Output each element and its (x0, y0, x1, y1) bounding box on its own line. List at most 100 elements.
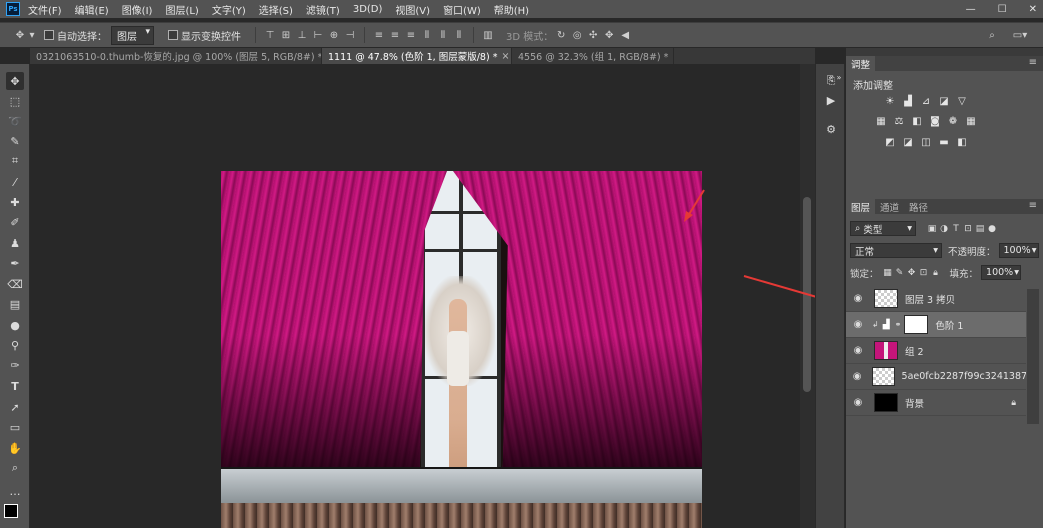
align-vcenter-icon[interactable]: ⊞ (278, 28, 294, 42)
filter-adjustment-icon[interactable]: ◑ (938, 224, 950, 234)
show-transform-checkbox[interactable] (168, 30, 178, 40)
opacity-input[interactable]: 100% ▾ (998, 243, 1039, 258)
more-tools-icon[interactable]: … (6, 482, 24, 500)
filter-pixel-icon[interactable]: ▣ (926, 224, 938, 234)
brightness-icon[interactable]: ☀ (884, 95, 896, 107)
scrollbar-thumb[interactable] (803, 197, 811, 392)
distribute-left-icon[interactable]: ⦀ (419, 28, 435, 42)
color-balance-icon[interactable]: ⚖ (893, 115, 905, 127)
chevron-down-icon[interactable]: ▾ (28, 28, 36, 42)
selective-color-icon[interactable]: ◧ (956, 136, 968, 148)
threshold-icon[interactable]: ◫ (920, 136, 932, 148)
brush-tool-icon[interactable]: ✐ (6, 213, 24, 231)
layer-row[interactable]: ◉ ↲ ▟ ⚭ 色阶 1 (846, 312, 1026, 338)
tab-channels[interactable]: 通道 (875, 199, 904, 214)
hue-saturation-icon[interactable]: ▦ (875, 115, 887, 127)
filter-type-icon[interactable]: T (950, 224, 962, 234)
auto-select-checkbox[interactable] (44, 30, 54, 40)
layer-mask-thumbnail[interactable] (904, 315, 929, 334)
move-tool-icon[interactable]: ✥ (6, 72, 24, 90)
eraser-tool-icon[interactable]: ⌫ (6, 275, 24, 293)
tab-paths[interactable]: 路径 (904, 199, 933, 214)
menu-filter[interactable]: 滤镜(T) (306, 2, 340, 17)
quick-select-tool-icon[interactable]: ✎ (6, 132, 24, 150)
hand-tool-icon[interactable]: ✋ (6, 439, 24, 457)
visibility-eye-icon[interactable]: ◉ (846, 293, 870, 304)
distribute-bottom-icon[interactable]: ≡ (403, 28, 419, 42)
tab-document-3[interactable]: 4556 @ 32.3% (组 1, RGB/8#) * × (512, 48, 674, 64)
posterize-icon[interactable]: ◪ (902, 136, 914, 148)
3d-pan-icon[interactable]: ✣ (585, 28, 601, 42)
visibility-eye-icon[interactable]: ◉ (846, 345, 870, 356)
auto-align-icon[interactable]: ▥ (480, 28, 496, 42)
distribute-right-icon[interactable]: ⦀ (451, 28, 467, 42)
lock-pixels-icon[interactable]: ✎ (894, 268, 906, 278)
crop-tool-icon[interactable]: ⌗ (6, 152, 24, 170)
menu-type[interactable]: 文字(Y) (212, 2, 246, 17)
path-select-tool-icon[interactable]: ➚ (6, 398, 24, 416)
panel-menu-icon[interactable]: ≡ (1029, 57, 1037, 68)
workspace-icon[interactable]: ▭▾ (1008, 28, 1032, 42)
move-tool-icon[interactable]: ✥ (12, 28, 28, 42)
tab-document-2[interactable]: 1111 @ 47.8% (色阶 1, 图层蒙版/8) * × (322, 48, 512, 64)
align-right-icon[interactable]: ⊣ (342, 28, 358, 42)
filter-kind-dropdown[interactable]: ⌕ 类型 ▾ (850, 221, 916, 236)
lasso-tool-icon[interactable]: ➰ (6, 112, 24, 130)
marquee-tool-icon[interactable]: ⬚ (6, 92, 24, 110)
minimize-button[interactable]: — (966, 4, 976, 15)
tab-document-1[interactable]: 0321063510-0.thumb-恢复的.jpg @ 100% (图层 5,… (30, 48, 322, 64)
visibility-eye-icon[interactable]: ◉ (846, 319, 870, 330)
restore-button[interactable]: ☐ (998, 4, 1007, 15)
align-bottom-icon[interactable]: ⊥ (294, 28, 310, 42)
align-top-icon[interactable]: ⊤ (262, 28, 278, 42)
visibility-eye-icon[interactable]: ◉ (846, 371, 868, 382)
type-tool-icon[interactable]: T (6, 377, 24, 395)
lock-all-icon[interactable]: 🔒︎ (930, 268, 942, 278)
zoom-tool-icon[interactable]: ⌕ (6, 459, 24, 477)
close-icon[interactable]: × (672, 51, 673, 62)
history-brush-tool-icon[interactable]: ✒ (6, 254, 24, 272)
filter-toggle-icon[interactable]: ● (986, 224, 998, 234)
layer-row[interactable]: ◉ 组 2 (846, 338, 1026, 364)
rectangle-tool-icon[interactable]: ▭ (6, 418, 24, 436)
menu-file[interactable]: 文件(F) (28, 2, 62, 17)
blend-mode-dropdown[interactable]: 正常 ▾ (850, 243, 942, 258)
dodge-tool-icon[interactable]: ⚲ (6, 336, 24, 354)
canvas-vertical-scrollbar[interactable] (800, 64, 815, 528)
vibrance-icon[interactable]: ▽ (956, 95, 968, 107)
close-icon[interactable]: × (501, 51, 509, 62)
invert-icon[interactable]: ◩ (884, 136, 896, 148)
align-left-icon[interactable]: ⊢ (310, 28, 326, 42)
exposure-icon[interactable]: ◪ (938, 95, 950, 107)
fill-input[interactable]: 100% ▾ (981, 265, 1022, 280)
history-panel-icon[interactable]: ⎘ (822, 72, 840, 90)
levels-icon[interactable]: ▟ (902, 95, 914, 107)
distribute-top-icon[interactable]: ≡ (371, 28, 387, 42)
3d-roll-icon[interactable]: ◎ (569, 28, 585, 42)
mask-link-icon[interactable]: ⚭ (895, 320, 902, 329)
color-lookup-icon[interactable]: ▦ (965, 115, 977, 127)
distribute-vcenter-icon[interactable]: ≡ (387, 28, 403, 42)
curves-icon[interactable]: ⊿ (920, 95, 932, 107)
distribute-hcenter-icon[interactable]: ⦀ (435, 28, 451, 42)
lock-transparency-icon[interactable]: ▦ (882, 268, 894, 278)
properties-panel-icon[interactable]: ⚙ (822, 120, 840, 138)
lock-position-icon[interactable]: ✥ (906, 268, 918, 278)
tab-layers[interactable]: 图层 (846, 199, 876, 214)
menu-select[interactable]: 选择(S) (259, 2, 293, 17)
clone-stamp-tool-icon[interactable]: ♟ (6, 234, 24, 252)
visibility-eye-icon[interactable]: ◉ (846, 397, 870, 408)
eyedropper-tool-icon[interactable]: ⁄ (6, 173, 24, 191)
channel-mixer-icon[interactable]: ❁ (947, 115, 959, 127)
3d-slide-icon[interactable]: ✥ (601, 28, 617, 42)
filter-smart-object-icon[interactable]: ▤ (974, 224, 986, 234)
tab-adjustments[interactable]: 调整 (846, 56, 876, 71)
document-canvas[interactable] (221, 171, 702, 528)
panel-menu-icon[interactable]: ≡ (1029, 200, 1037, 211)
close-button[interactable]: ✕ (1029, 4, 1037, 15)
menu-view[interactable]: 视图(V) (395, 2, 430, 17)
photo-filter-icon[interactable]: ◙ (929, 115, 941, 127)
layer-row[interactable]: ◉ 5ae0fcb2287f99c3241387... (846, 364, 1026, 390)
menu-help[interactable]: 帮助(H) (494, 2, 529, 17)
menu-layer[interactable]: 图层(L) (165, 2, 198, 17)
